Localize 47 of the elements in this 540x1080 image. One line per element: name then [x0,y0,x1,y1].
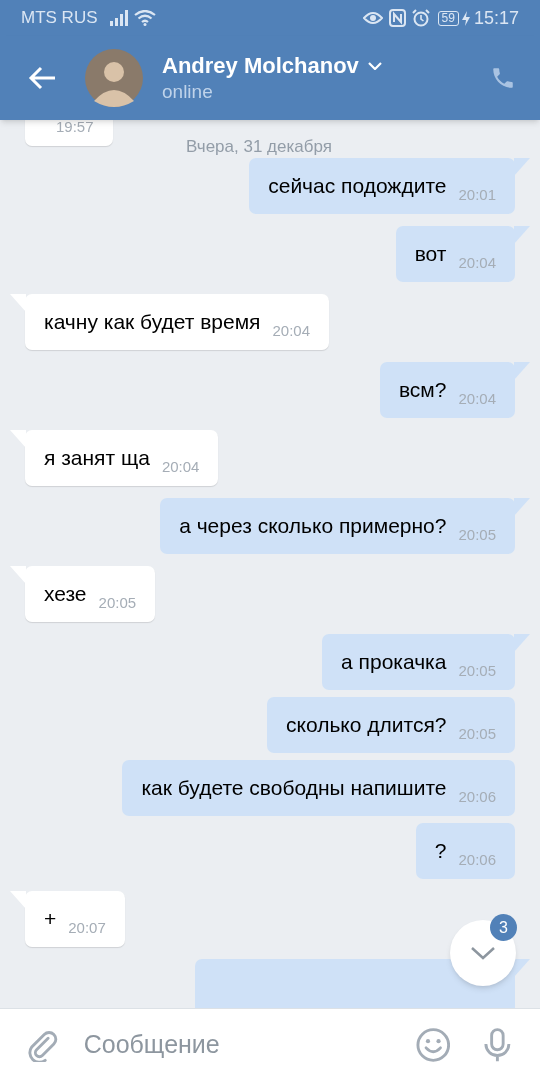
message-text: всм? [398,378,447,402]
message-text: а прокачка [341,650,447,674]
message-text: как будете свободны напишите [141,776,447,800]
chevron-down-icon[interactable] [367,62,382,70]
message-time: 20:05 [458,662,496,680]
clock-time: 15:17 [473,6,519,30]
message-text: сейчас подождите [268,174,447,198]
message-time: 20:04 [458,254,496,272]
message-text: сколько длится? [286,713,447,737]
message-input[interactable]: Сообщение [83,1024,406,1065]
emoji-icon[interactable] [415,1026,451,1063]
message-time: 20:05 [458,725,496,743]
message-time: 20:05 [98,594,137,612]
message-time: 20:01 [458,186,496,204]
online-status: online [162,80,214,104]
wifi-icon [133,10,156,26]
message-time: 20:06 [458,788,496,806]
message-text: ? [434,839,447,863]
microphone-icon[interactable] [483,1026,512,1063]
message-time: 20:04 [458,390,496,408]
unread-count-badge: 3 [490,914,517,941]
contact-name[interactable]: Andrey Molchanov [162,52,359,80]
avatar[interactable] [85,49,143,107]
chevron-down-icon [470,946,496,960]
message-text: хезе [44,582,87,606]
signal-icon [109,10,130,26]
alarm-icon [411,9,430,27]
message-time: 20:04 [272,322,311,340]
message-time: 19:57 [56,120,94,136]
message-composer[interactable]: Сообщение [0,1008,540,1080]
back-arrow-icon[interactable] [28,66,56,90]
charging-icon [461,10,470,26]
message-time: 20:05 [458,526,496,544]
nfc-icon [388,9,406,27]
message-time: 20:04 [161,458,200,476]
phone-icon[interactable] [490,65,516,91]
message-time: 20:06 [458,851,496,869]
battery-icon: 59 [437,10,459,26]
eye-icon [362,11,383,25]
carrier-name: MTS RUS [21,7,98,30]
date-separator: Вчера, 31 декабря [186,136,332,158]
message-text: + [44,907,57,931]
message-time: 20:07 [68,919,106,937]
message-text: качну как будет время [44,310,261,334]
message-text: вот [414,242,447,266]
message-text: я занят ща [44,446,150,470]
message-text: а через сколько примерно? [179,514,447,538]
